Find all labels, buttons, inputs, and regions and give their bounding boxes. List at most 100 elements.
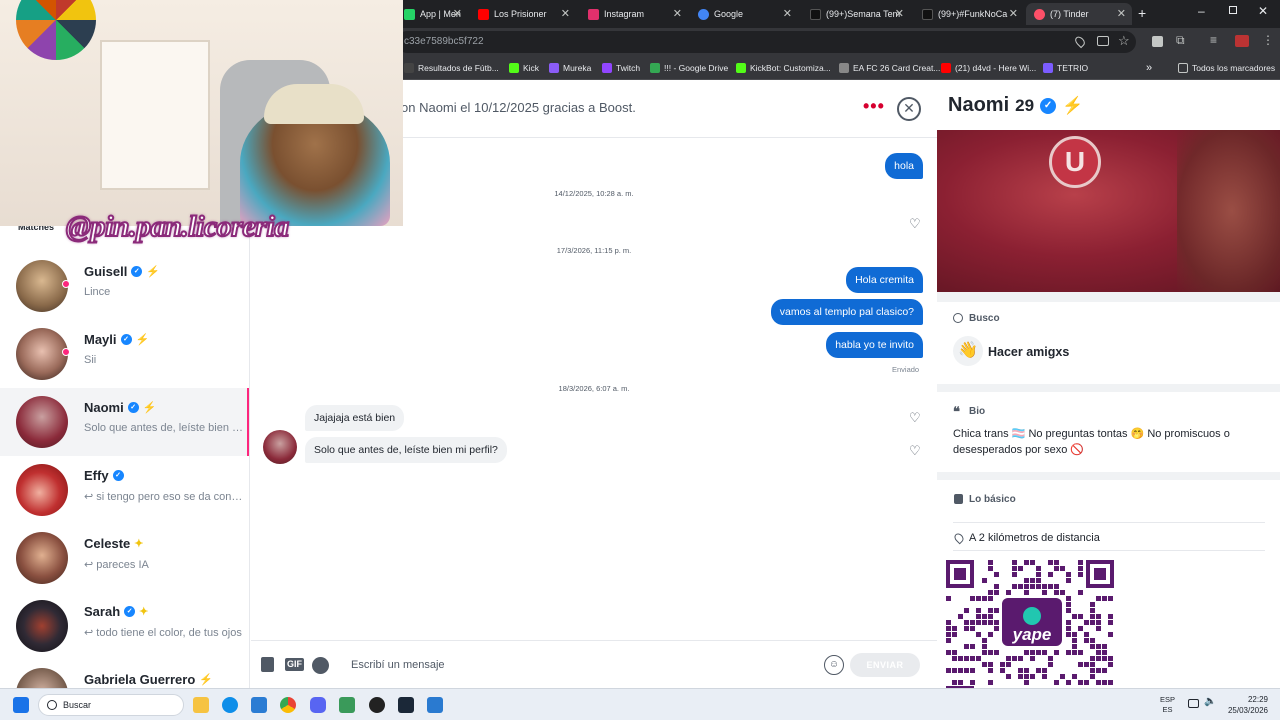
puzzle-icon[interactable]: ⧉ bbox=[1176, 33, 1185, 48]
more-options-icon[interactable]: ••• bbox=[863, 96, 885, 117]
obs-icon[interactable] bbox=[369, 697, 385, 713]
bookmark-item[interactable]: TETRIO bbox=[1043, 61, 1088, 75]
match-item-celeste[interactable]: Celeste ✦ ↩ pareces IA bbox=[0, 524, 249, 592]
browser-tab[interactable]: Instagram ✕ bbox=[580, 3, 688, 25]
qr-cell bbox=[1066, 650, 1071, 655]
qr-cell bbox=[988, 632, 993, 637]
bookmark-item[interactable]: !!! - Google Drive bbox=[650, 61, 728, 75]
message-input[interactable] bbox=[351, 656, 811, 674]
profile-avatar-icon[interactable] bbox=[1235, 35, 1249, 47]
bookmark-item[interactable]: Mureka bbox=[549, 61, 591, 75]
all-bookmarks[interactable]: Todos los marcadores bbox=[1178, 61, 1275, 75]
clock-time: 22:29 bbox=[1247, 695, 1268, 704]
match-item-naomi[interactable]: Naomi ✓ ⚡ Solo que antes de, leíste bien m… bbox=[0, 388, 249, 456]
match-item-effy[interactable]: Effy ✓ ↩ si tengo pero eso se da conforme bbox=[0, 456, 249, 524]
qr-cell bbox=[1078, 680, 1083, 685]
qr-cell bbox=[1012, 572, 1017, 577]
qr-cell bbox=[988, 614, 993, 619]
send-button[interactable]: ENVIAR bbox=[850, 653, 920, 677]
close-tab-icon[interactable]: ✕ bbox=[1009, 7, 1018, 20]
install-icon[interactable] bbox=[1097, 36, 1109, 46]
browser-tab[interactable]: (99+)Semana Tem ✕ bbox=[802, 3, 910, 25]
match-item-guisell[interactable]: Guisell ✓ ⚡ Lince bbox=[0, 252, 249, 320]
qr-cell bbox=[994, 650, 999, 655]
match-item-sarah[interactable]: Sarah ✓ ✦ ↩ todo tiene el color, de tus oj… bbox=[0, 592, 249, 660]
address-bar[interactable]: c33e7589bc5f722 bbox=[396, 31, 1136, 53]
match-item-mayli[interactable]: Mayli ✓ ⚡ Sii bbox=[0, 320, 249, 388]
file-explorer-icon[interactable] bbox=[193, 697, 209, 713]
qr-cell bbox=[1024, 584, 1029, 589]
like-message-icon[interactable]: ♡ bbox=[909, 443, 921, 459]
close-tab-icon[interactable]: ✕ bbox=[1117, 7, 1126, 20]
new-tab-button[interactable]: + bbox=[1138, 5, 1146, 21]
looking-for-value: Hacer amigxs bbox=[988, 345, 1070, 359]
match-preview: Sii bbox=[84, 354, 97, 366]
qr-cell bbox=[970, 668, 975, 673]
browser-tab[interactable]: Google ✕ bbox=[690, 3, 798, 25]
qr-cell bbox=[1060, 590, 1065, 595]
store-icon[interactable] bbox=[251, 697, 267, 713]
bookmark-item[interactable]: Twitch bbox=[602, 61, 640, 75]
like-message-icon[interactable]: ♡ bbox=[909, 410, 921, 426]
bookmark-item[interactable]: KickBot: Customiza... bbox=[736, 61, 831, 75]
youtube-icon bbox=[941, 63, 951, 73]
close-window-button[interactable]: ✕ bbox=[1258, 4, 1268, 18]
close-tab-icon[interactable]: ✕ bbox=[895, 7, 904, 20]
emoji-icon[interactable]: ☺ bbox=[824, 655, 844, 675]
media-icon[interactable]: ≡ bbox=[1210, 33, 1217, 47]
clock[interactable]: 22:29 25/03/2026 bbox=[1222, 694, 1268, 716]
spotify-icon[interactable] bbox=[312, 657, 329, 674]
volume-icon[interactable]: 🔈 bbox=[1204, 696, 1216, 707]
gif-button[interactable]: GIF bbox=[285, 658, 304, 671]
qr-cell bbox=[1030, 674, 1035, 679]
close-tab-icon[interactable]: ✕ bbox=[561, 7, 570, 20]
like-message-icon[interactable]: ♡ bbox=[909, 216, 921, 232]
contact-card-icon[interactable] bbox=[261, 657, 274, 672]
qr-cell bbox=[976, 614, 981, 619]
edge-icon[interactable] bbox=[222, 697, 238, 713]
qr-cell bbox=[1036, 578, 1041, 583]
unread-dot bbox=[62, 280, 70, 288]
close-chat-button[interactable]: ✕ bbox=[897, 97, 921, 121]
close-tab-icon[interactable]: ✕ bbox=[783, 7, 792, 20]
steam-icon[interactable] bbox=[398, 697, 414, 713]
minimize-button[interactable]: – bbox=[1198, 4, 1205, 18]
verified-icon: ✓ bbox=[124, 606, 136, 617]
tetrio-icon bbox=[1043, 63, 1053, 73]
profile-photo[interactable]: U bbox=[937, 130, 1280, 292]
boost-bolt-icon: ⚡ bbox=[135, 334, 150, 346]
notepad-icon[interactable] bbox=[339, 697, 355, 713]
bookmark-item[interactable]: Kick bbox=[509, 61, 539, 75]
browser-tab[interactable]: App | Men ✕ bbox=[396, 3, 468, 25]
bookmark-item[interactable]: EA FC 26 Card Creat... bbox=[839, 61, 940, 75]
browser-tab[interactable]: Los Prisioner ✕ bbox=[470, 3, 576, 25]
bookmark-item[interactable]: (21) d4vd - Here Wi... bbox=[941, 61, 1036, 75]
close-tab-icon[interactable]: ✕ bbox=[673, 7, 682, 20]
qr-cell bbox=[1096, 680, 1101, 685]
language-indicator[interactable]: ESP ES bbox=[1160, 695, 1175, 715]
browser-tab-active[interactable]: (7) Tinder ✕ bbox=[1026, 3, 1132, 25]
more-bookmarks-icon[interactable]: » bbox=[1146, 61, 1152, 75]
profile-name-row: Naomi 29 ✓ ⚡ bbox=[948, 94, 1083, 117]
network-icon[interactable] bbox=[1188, 699, 1199, 708]
qr-cell bbox=[1108, 620, 1113, 625]
qr-cell bbox=[970, 620, 975, 625]
kick-icon bbox=[509, 63, 519, 73]
qr-cell bbox=[1006, 662, 1011, 667]
qr-cell bbox=[1072, 644, 1077, 649]
chrome-icon[interactable] bbox=[280, 697, 296, 713]
maximize-button[interactable] bbox=[1229, 6, 1237, 14]
extension-icon[interactable] bbox=[1152, 36, 1163, 47]
overlay-handle-text: @pin.pan.licoreria bbox=[65, 209, 290, 244]
unread-dot bbox=[62, 348, 70, 356]
menu-icon[interactable]: ⋮ bbox=[1262, 33, 1274, 47]
star-icon[interactable]: ☆ bbox=[1118, 33, 1130, 49]
close-tab-icon[interactable]: ✕ bbox=[453, 7, 462, 20]
bookmark-item[interactable]: Resultados de Fútb... bbox=[404, 61, 499, 75]
app-icon[interactable] bbox=[427, 697, 443, 713]
windows-start-icon[interactable] bbox=[13, 697, 29, 713]
taskbar-search[interactable]: Buscar bbox=[38, 694, 184, 716]
match-item-gabriela[interactable]: Gabriela Guerrero ⚡ bbox=[0, 660, 249, 688]
browser-tab[interactable]: (99+)#FunkNoCa ✕ bbox=[914, 3, 1024, 25]
discord-icon[interactable] bbox=[310, 697, 326, 713]
